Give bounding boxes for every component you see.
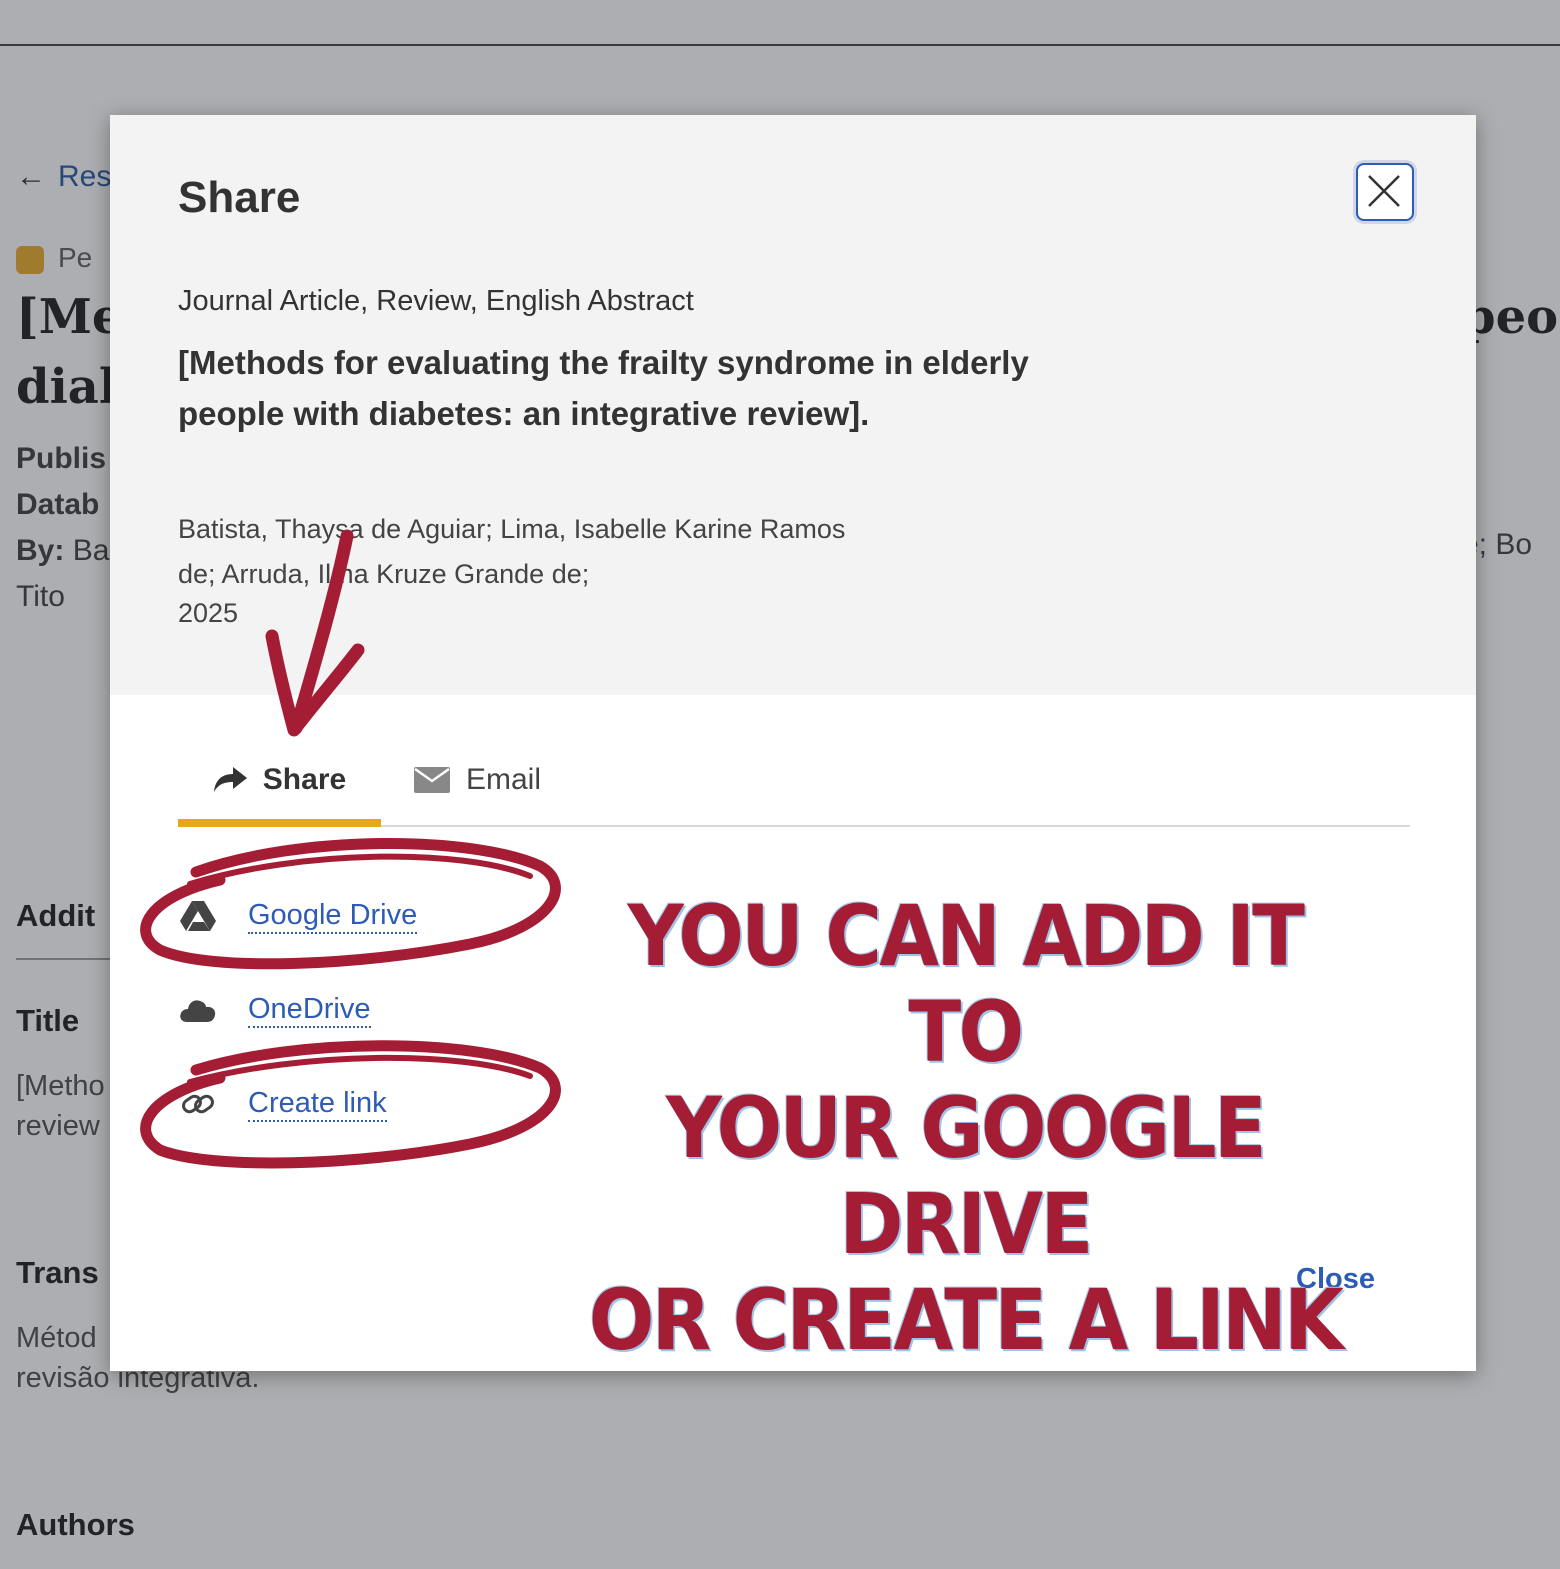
annotation-callout-text: YOU CAN ADD IT TO YOUR GOOGLE DRIVE OR C… xyxy=(588,887,1344,1369)
circle-annotation-google-drive-icon xyxy=(140,837,561,970)
circle-annotation-create-link-icon xyxy=(140,1040,561,1169)
arrow-annotation-icon xyxy=(265,529,365,737)
